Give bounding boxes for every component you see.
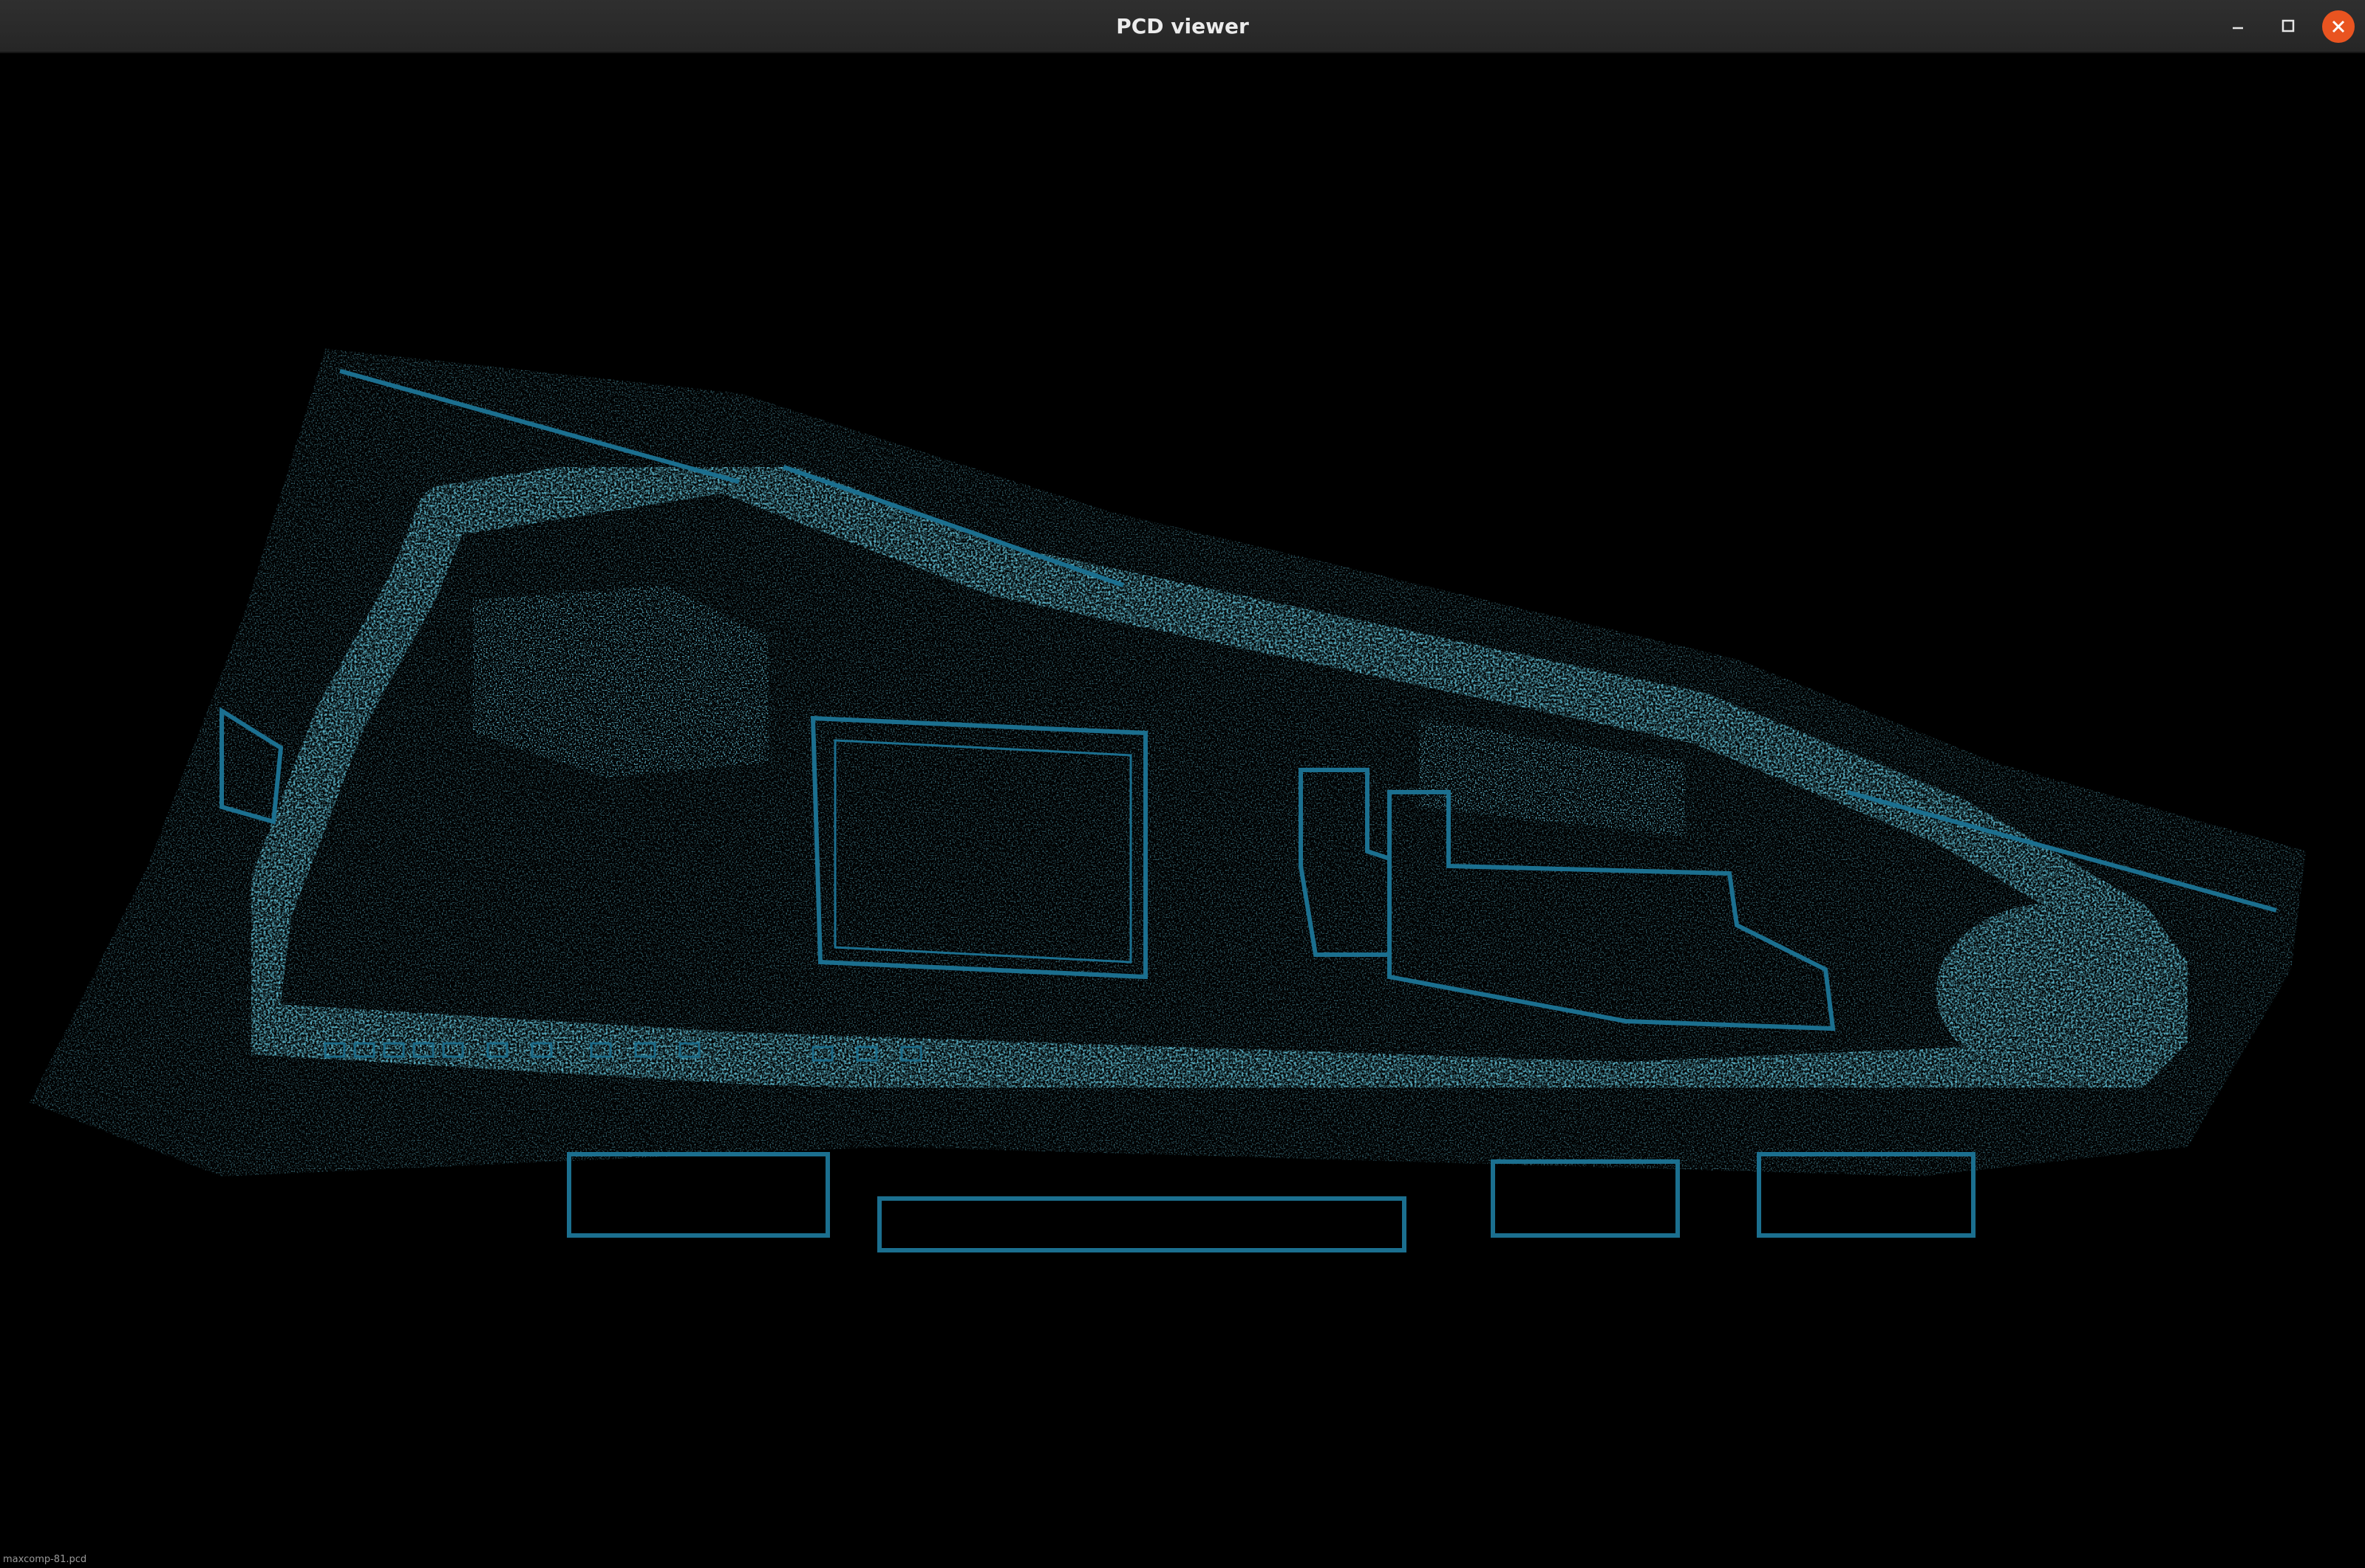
building-south-left	[567, 1152, 830, 1238]
vegetation-points	[30, 349, 2306, 1176]
minimize-icon	[2222, 10, 2254, 43]
pcd-viewer-window: PCD viewer maxcomp-81.pcd	[0, 0, 2365, 1568]
maximize-icon	[2272, 10, 2304, 43]
point-cloud-canvas[interactable]	[0, 53, 2365, 1568]
point-cloud-render	[30, 349, 2306, 1252]
close-button[interactable]	[2322, 10, 2355, 43]
maximize-button[interactable]	[2272, 10, 2304, 43]
window-title: PCD viewer	[1116, 14, 1249, 38]
building-south-right	[1491, 1159, 1680, 1238]
building-south-mid	[877, 1196, 1406, 1252]
minimize-button[interactable]	[2222, 10, 2254, 43]
window-titlebar[interactable]: PCD viewer	[0, 0, 2365, 53]
close-icon	[2322, 10, 2355, 43]
status-filename: maxcomp-81.pcd	[3, 1554, 87, 1565]
